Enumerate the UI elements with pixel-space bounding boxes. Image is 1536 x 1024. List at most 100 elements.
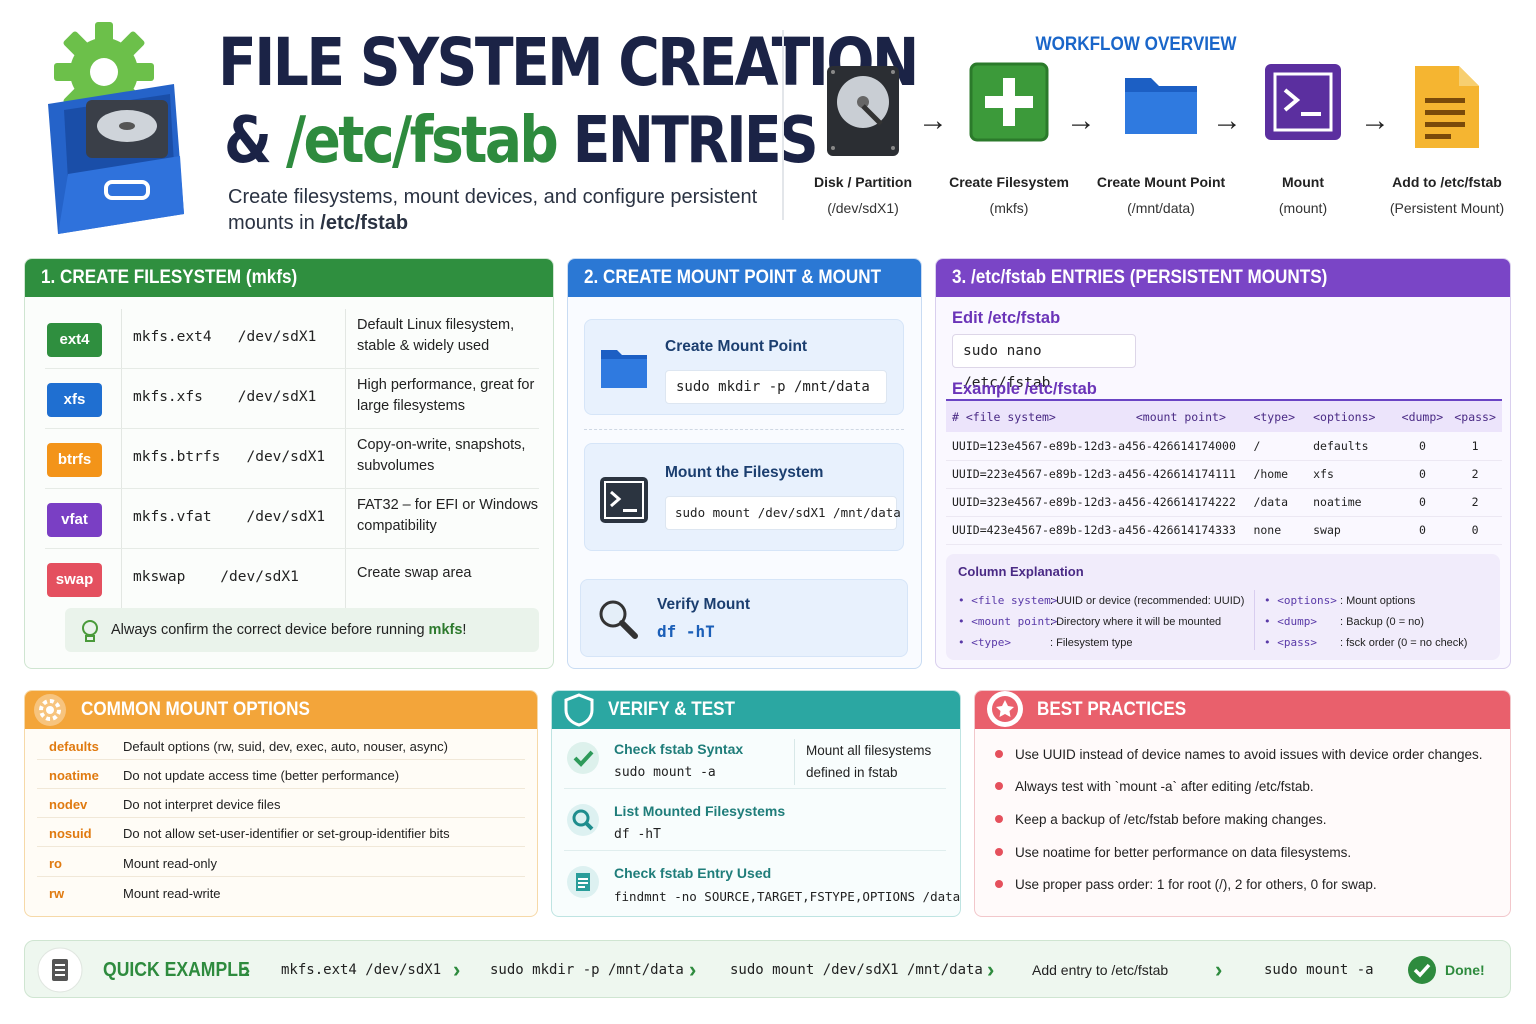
fstab-path-title: /etc/fstab [286,104,559,178]
workflow-step-create-fs: Create Filesystem (mkfs) [944,62,1074,216]
app-logo [34,14,204,244]
verify-note: Mount all filesystems defined in fstab [806,743,932,780]
card-title: Mount the Filesystem [665,464,824,481]
fs-row-btrfs: btrfs mkfs.btrfs /dev/sdX1 Copy-on-write… [45,429,539,489]
page-title-line2: & /etc/fstab ENTRIES [224,104,819,178]
workflow-step-sub: (mount) [1278,200,1328,216]
divider [584,429,904,430]
best-practice-item: Use noatime for better performance on da… [995,845,1351,860]
panel-header: 2. CREATE MOUNT POINT & MOUNT [568,259,921,297]
verify-test-panel: VERIFY & TEST Check fstab Syntax sudo mo… [551,690,961,917]
fs-row-ext4: ext4 mkfs.ext4 /dev/sdX1 Default Linux f… [45,309,539,369]
column-header: <options> [1307,399,1397,432]
workflow-step-label: Create Mount Point [1096,174,1226,190]
fs-description: Create swap area [357,565,472,581]
workflow-step-sub: (mkfs) [989,200,1029,216]
verify-command: df -hT [657,622,715,641]
workflow-step-mount: Mount (mount) [1238,62,1368,216]
header-divider [782,30,784,220]
panel-header: COMMON MOUNT OPTIONS [25,691,537,729]
card-title: Verify Mount [657,596,751,613]
workflow-step-mount-point: Create Mount Point (/mnt/data) [1096,62,1226,216]
fs-badge: vfat [47,503,102,537]
verify-item: Check fstab Syntax sudo mount -a Mount a… [564,735,946,789]
best-practice-item: Keep a backup of /etc/fstab before makin… [995,812,1326,827]
verify-mount-card: Verify Mount df -hT [580,579,908,657]
shield-icon [564,693,594,727]
page-subtitle: Create filesystems, mount devices, and c… [228,186,758,234]
mkdir-command[interactable]: sudo mkdir -p /mnt/data [665,370,887,404]
mount-command[interactable]: sudo mount /dev/sdX1 /mnt/data [665,496,901,530]
fs-description: Copy-on-write, snapshots, subvolumes [357,437,526,474]
best-practice-item: Use proper pass order: 1 for root (/), 2… [995,877,1377,892]
option-row: nodev Do not interpret device files [37,789,525,818]
workflow-arrow: → [1066,104,1096,137]
column-header: <pass> [1448,399,1502,432]
verify-item: Check fstab Entry Used findmnt -no SOURC… [564,859,960,913]
table-header-row: # <file system> <mount point> <type> <opt… [946,399,1502,432]
best-practices-panel: BEST PRACTICES Use UUID instead of devic… [974,690,1511,917]
fs-badge: ext4 [47,323,102,357]
workflow-step-disk: Disk / Partition (/dev/sdX1) [798,62,928,216]
quick-step: sudo mkdir -p /mnt/data [490,962,684,978]
fs-description: High performance, great for large filesy… [357,377,535,414]
explain-item: • <type>: Filesystem type [958,636,1133,649]
example-fstab-title: Example /etc/fstab [952,380,1097,398]
option-row: ro Mount read-only [37,848,525,877]
workflow-step-sub: (/mnt/data) [1127,200,1195,216]
fs-command: mkfs.btrfs /dev/sdX1 [133,449,326,465]
terminal-icon [1263,62,1343,146]
folder-icon [1121,62,1201,146]
fs-row-vfat: vfat mkfs.vfat /dev/sdX1 FAT32 – for EFI… [45,489,539,549]
quick-step: sudo mount -a [1264,962,1374,978]
checkmark-icon [567,742,599,774]
workflow-step-sub: (/dev/sdX1) [827,200,899,216]
table-row: UUID=323e4567-e89b-12d3-a456-42661417422… [946,488,1502,517]
option-row: rw Mount read-write [49,886,221,901]
mount-panel: 2. CREATE MOUNT POINT & MOUNT Create Mou… [567,258,922,669]
explain-item: • <file system>: UUID or device (recomme… [958,594,1245,607]
panel-header: 1. CREATE FILESYSTEM (mkfs) [25,259,553,297]
done-label: Done! [1445,962,1485,978]
workflow-step-fstab: Add to /etc/fstab (Persistent Mount) [1382,62,1512,216]
quick-step: sudo mount /dev/sdX1 /mnt/data [730,962,983,978]
folder-icon [601,350,647,388]
document-icon [37,947,83,993]
lightbulb-icon [82,620,98,642]
card-title: Create Mount Point [665,338,808,355]
terminal-icon [600,477,648,523]
column-explanation-title: Column Explanation [958,564,1084,579]
fs-badge: xfs [47,383,102,417]
column-header: <type> [1247,399,1308,432]
plus-icon [969,62,1049,146]
option-row: defaults Default options (rw, suid, dev, … [37,731,525,760]
fs-description: Default Linux filesystem, stable & widel… [357,317,515,354]
fs-command: mkfs.vfat /dev/sdX1 [133,509,326,525]
fstab-table: # <file system> <mount point> <type> <opt… [946,399,1502,545]
option-row: noatime Do not update access time (better… [37,760,525,789]
explain-item: • <mount point>: Directory where it will… [958,615,1222,628]
table-row: UUID=123e4567-e89b-12d3-a456-42661417400… [946,432,1502,461]
edit-fstab-command[interactable]: sudo nano /etc/fstab [952,334,1136,391]
workflow-title: WORKFLOW OVERVIEW [1035,34,1237,55]
fs-command: mkfs.ext4 /dev/sdX1 [133,329,317,345]
best-practice-item: Always test with `mount -a` after editin… [995,779,1314,794]
tip-box: Always confirm the correct device before… [65,608,539,652]
best-practice-item: Use UUID instead of device names to avoi… [995,747,1482,762]
mount-options-panel: COMMON MOUNT OPTIONS defaults Default opt… [24,690,538,917]
workflow-step-label: Add to /etc/fstab [1392,174,1502,190]
workflow-step-sub: (Persistent Mount) [1389,200,1505,216]
fs-row-swap: swap mkswap /dev/sdX1 Create swap area [45,549,539,609]
create-mount-point-card: Create Mount Point sudo mkdir -p /mnt/da… [584,319,904,415]
explain-item: • <options>: Mount options [1264,594,1416,607]
mount-filesystem-card: Mount the Filesystem sudo mount /dev/sdX… [584,443,904,551]
edit-fstab-title: Edit /etc/fstab [952,309,1061,327]
create-filesystem-panel: 1. CREATE FILESYSTEM (mkfs) ext4 mkfs.ex… [24,258,554,669]
verify-item: List Mounted Filesystems df -hT [564,797,946,851]
fs-description: FAT32 – for EFI or Windows compatibility [357,497,539,534]
column-header: <dump> [1396,399,1449,432]
fs-badge: btrfs [47,443,102,477]
fs-command: mkfs.xfs /dev/sdX1 [133,389,317,405]
tip-text: Always confirm the correct device before… [111,622,467,638]
chevron-right-icon: › [689,957,697,982]
